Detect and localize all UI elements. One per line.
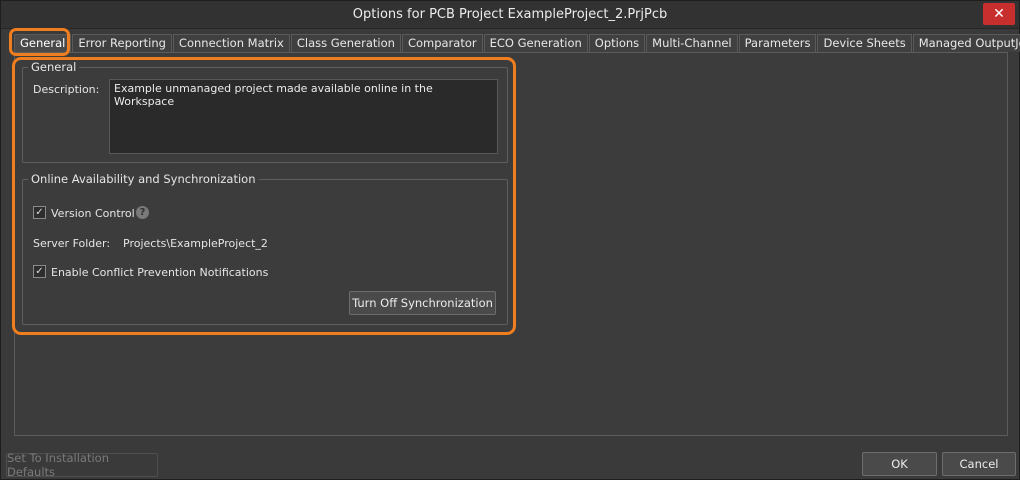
tab-parameters[interactable]: Parameters — [738, 34, 817, 52]
tab-highlight-frame — [9, 28, 70, 56]
tab-multi-channel[interactable]: Multi-Channel — [646, 34, 738, 52]
tab-connection-matrix[interactable]: Connection Matrix — [172, 34, 290, 52]
title-bar: Options for PCB Project ExampleProject_2… — [1, 1, 1019, 29]
tab-options[interactable]: Options — [588, 34, 646, 52]
tab-managed-outputjobs[interactable]: Managed OutputJobs — [912, 34, 1020, 52]
tab-error-reporting[interactable]: Error Reporting — [72, 34, 172, 52]
cancel-button[interactable]: Cancel — [942, 452, 1016, 476]
tab-eco-generation[interactable]: ECO Generation — [483, 34, 588, 52]
close-button[interactable]: ✕ — [983, 3, 1015, 25]
tab-comparator[interactable]: Comparator — [401, 34, 483, 52]
panel-highlight-frame — [12, 57, 516, 335]
tab-device-sheets[interactable]: Device Sheets — [817, 34, 912, 52]
close-icon: ✕ — [993, 6, 1005, 22]
options-dialog: Options for PCB Project ExampleProject_2… — [0, 0, 1020, 480]
tab-class-generation[interactable]: Class Generation — [290, 34, 401, 52]
set-installation-defaults-button[interactable]: Set To Installation Defaults — [6, 451, 158, 479]
tab-strip: General Error Reporting Connection Matri… — [14, 34, 1020, 52]
window-title: Options for PCB Project ExampleProject_2… — [352, 7, 668, 22]
ok-button[interactable]: OK — [862, 452, 937, 476]
